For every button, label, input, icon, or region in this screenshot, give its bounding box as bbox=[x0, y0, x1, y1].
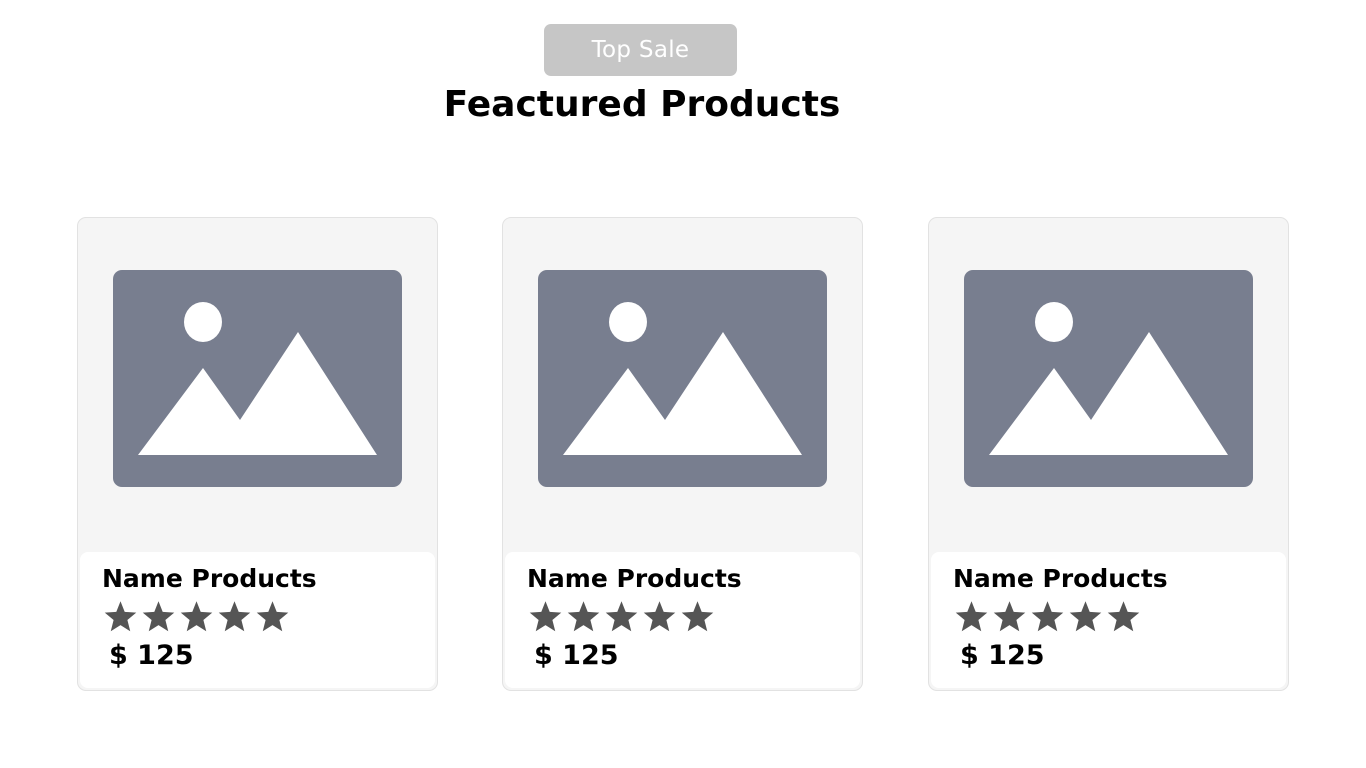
star-icon bbox=[681, 601, 714, 632]
rating-stars bbox=[527, 599, 717, 635]
rating-stars bbox=[102, 599, 292, 635]
star-icon bbox=[605, 601, 638, 632]
star-icon bbox=[218, 601, 251, 632]
image-placeholder-icon bbox=[964, 270, 1253, 487]
product-info: Name Products $ 125 bbox=[505, 552, 860, 688]
product-info: Name Products $ 125 bbox=[931, 552, 1286, 688]
star-icon bbox=[529, 601, 562, 632]
star-icon bbox=[1107, 601, 1140, 632]
product-price: $ 125 bbox=[960, 640, 1045, 671]
image-placeholder-icon bbox=[538, 270, 827, 487]
star-icon bbox=[104, 601, 137, 632]
product-name[interactable]: Name Products bbox=[953, 564, 1168, 593]
product-card[interactable]: Name Products $ 125 bbox=[77, 217, 438, 691]
product-price: $ 125 bbox=[534, 640, 619, 671]
top-sale-badge[interactable]: Top Sale bbox=[544, 24, 737, 76]
product-name[interactable]: Name Products bbox=[102, 564, 317, 593]
star-icon bbox=[142, 601, 175, 632]
star-icon bbox=[993, 601, 1026, 632]
star-icon bbox=[567, 601, 600, 632]
product-name[interactable]: Name Products bbox=[527, 564, 742, 593]
star-icon bbox=[1069, 601, 1102, 632]
star-icon bbox=[180, 601, 213, 632]
section-title: Feactured Products bbox=[443, 84, 841, 125]
star-icon bbox=[643, 601, 676, 632]
rating-stars bbox=[953, 599, 1143, 635]
product-card[interactable]: Name Products $ 125 bbox=[502, 217, 863, 691]
image-placeholder-icon bbox=[113, 270, 402, 487]
product-price: $ 125 bbox=[109, 640, 194, 671]
star-icon bbox=[1031, 601, 1064, 632]
star-icon bbox=[955, 601, 988, 632]
star-icon bbox=[256, 601, 289, 632]
product-card[interactable]: Name Products $ 125 bbox=[928, 217, 1289, 691]
product-info: Name Products $ 125 bbox=[80, 552, 435, 688]
